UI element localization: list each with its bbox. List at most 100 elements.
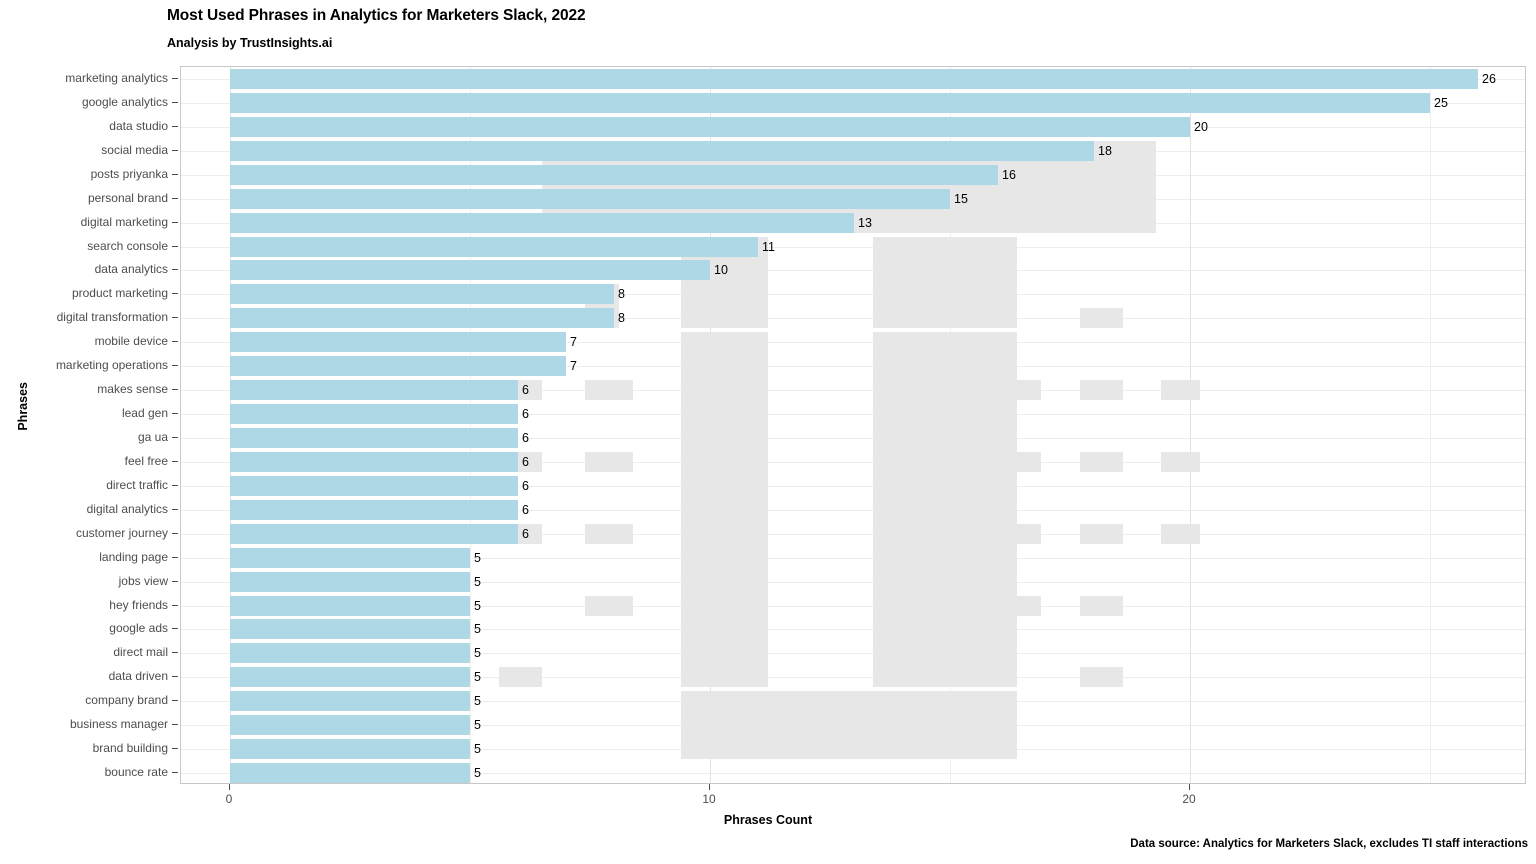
chart-caption: Data source: Analytics for Marketers Sla… [1130,838,1528,850]
y-axis-tick-mark [172,126,178,127]
y-axis-tick-mark [172,341,178,342]
y-axis-labels: marketing analytics google analytics data … [0,66,168,784]
bar-value-label: 7 [570,359,577,374]
y-axis-tick-mark [172,413,178,414]
overlay-block [873,236,1018,329]
y-axis-tick-label: product marketing [71,286,168,301]
gridline-vertical-major [1190,67,1191,783]
bar [230,308,614,329]
bar [230,140,1094,161]
y-axis-tick-mark [172,246,178,247]
y-axis-tick-label: lead gen [121,406,168,421]
x-axis-tick-label: 20 [1182,792,1196,806]
bar-value-label: 18 [1098,143,1112,158]
bar-value-label: 5 [474,550,481,565]
y-axis-tick-label: marketing analytics [65,70,168,85]
y-axis-tick-label: search console [87,238,168,253]
bar-value-label: 6 [522,383,529,398]
y-axis-tick-mark [172,485,178,486]
bar [230,715,470,736]
y-axis-tick-label: posts priyanka [90,166,168,181]
overlay-block [1079,523,1123,544]
bar-value-label: 20 [1194,119,1208,134]
bar [230,643,470,664]
y-axis-tick-label: data analytics [94,262,168,277]
y-axis-tick-label: mobile device [94,334,168,349]
bar [230,68,1478,89]
bar-value-label: 8 [618,311,625,326]
y-axis-tick-mark [172,150,178,151]
bar [230,739,470,760]
bar-value-label: 6 [522,454,529,469]
bar [230,332,566,353]
y-axis-tick-mark [172,509,178,510]
y-axis-tick-label: ga ua [137,429,168,444]
y-axis-tick-mark [172,198,178,199]
y-axis-tick-label: data driven [108,669,168,684]
bar [230,260,710,281]
bar-value-label: 5 [474,766,481,781]
y-axis-tick-mark [172,317,178,318]
bar [230,284,614,305]
y-axis-tick-mark [172,724,178,725]
overlay-block [1161,380,1200,401]
bar [230,404,518,425]
bar [230,164,998,185]
bar [230,451,518,472]
overlay-block [1161,523,1200,544]
bar-value-label: 5 [474,670,481,685]
x-axis-tick-label: 0 [225,792,233,806]
bar-value-label: 6 [522,502,529,517]
y-axis-tick-mark [172,581,178,582]
bar-value-label: 6 [522,478,529,493]
bar-value-label: 5 [474,718,481,733]
bar [230,236,758,257]
overlay-block [1079,451,1123,472]
overlay-block [585,380,634,401]
x-axis-tick-label: 10 [702,792,716,806]
plot-area: 26 25 20 18 16 15 13 11 10 8 8 7 7 6 6 6 6 6 6 6 5 5 5 5 5 5 5 5 5 5 [181,67,1525,783]
bar [230,571,470,592]
y-axis-tick-label: landing page [99,549,168,564]
y-axis-tick-mark [172,269,178,270]
y-axis-tick-mark [172,461,178,462]
bar-value-label: 7 [570,335,577,350]
bar [230,595,470,616]
bar-value-label: 13 [858,215,872,230]
bar [230,763,470,783]
bar-value-label: 11 [762,239,775,254]
y-axis-tick-mark [172,174,178,175]
x-axis-tick-mark [1189,784,1190,790]
overlay-block [585,451,634,472]
chart-title: Most Used Phrases in Analytics for Marke… [167,7,586,24]
bar-value-label: 10 [714,263,728,278]
y-axis-tick-label: google analytics [81,94,168,109]
bar-value-label: 5 [474,574,481,589]
x-axis-tick-mark [709,784,710,790]
plot-panel: 26 25 20 18 16 15 13 11 10 8 8 7 7 6 6 6 6 6 6 6 5 5 5 5 5 5 5 5 5 5 [180,66,1526,784]
bar-value-label: 5 [474,622,481,637]
gridline-vertical-minor [1430,67,1431,783]
y-axis-tick-label: customer journey [75,525,168,540]
y-axis-tick-label: bounce rate [104,765,168,780]
y-axis-tick-mark [172,676,178,677]
y-axis-tick-mark [172,652,178,653]
overlay-block [873,332,1018,688]
y-axis-tick-label: feel free [124,453,168,468]
chart-subtitle: Analysis by TrustInsights.ai [167,36,333,50]
bar [230,691,470,712]
bar [230,523,518,544]
x-axis-title: Phrases Count [723,813,813,827]
y-axis-tick-mark [172,628,178,629]
y-axis-tick-mark [172,772,178,773]
chart-root: Most Used Phrases in Analytics for Marke… [0,0,1536,864]
x-axis-ticks: 0 10 20 [180,784,1526,812]
overlay-block [585,595,634,616]
bar [230,427,518,448]
x-axis-tick-mark [229,784,230,790]
bar [230,356,566,377]
y-axis-tick-mark [172,102,178,103]
y-axis-tick-label: jobs view [118,573,168,588]
bar [230,116,1190,137]
bar [230,475,518,496]
